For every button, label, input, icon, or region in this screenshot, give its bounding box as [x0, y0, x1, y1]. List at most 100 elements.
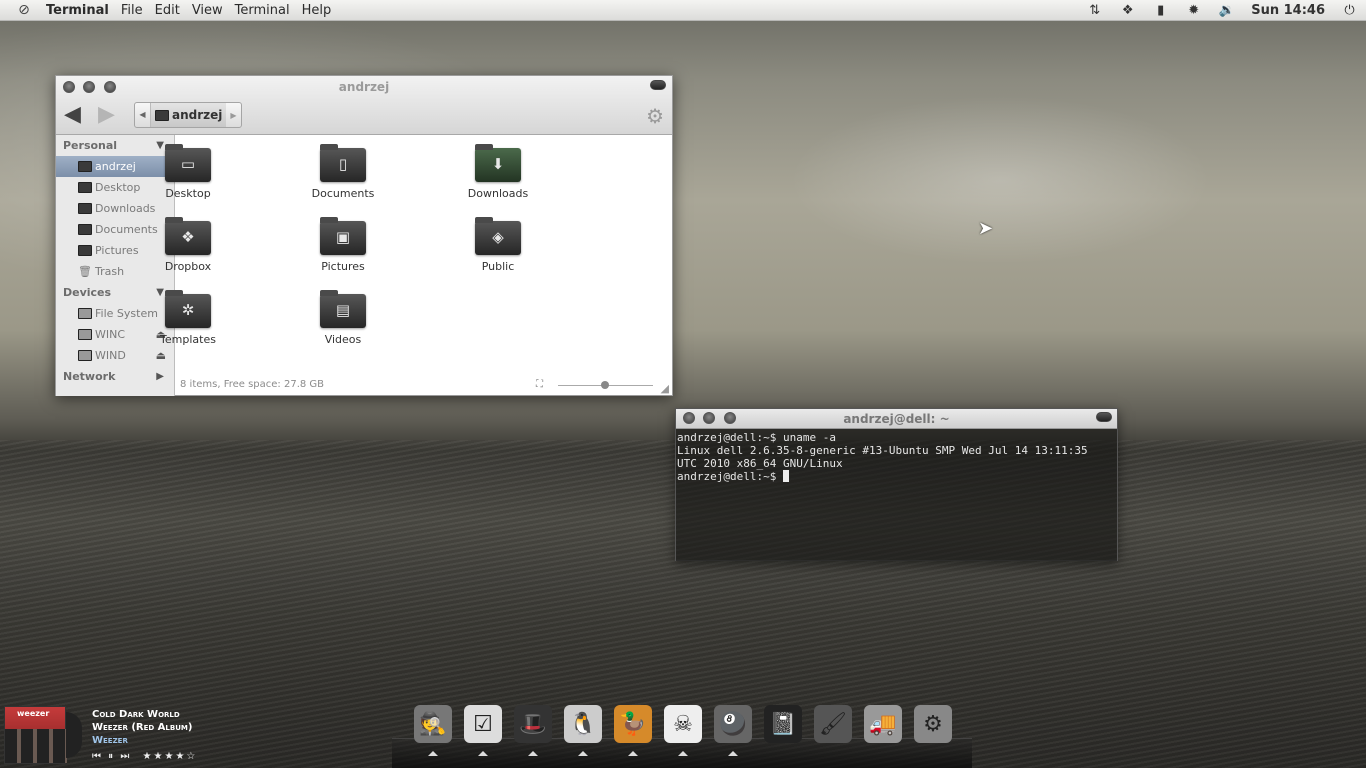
notepad-icon[interactable]: 📓 — [764, 705, 802, 743]
breadcrumb-right-icon[interactable]: ▶ — [226, 111, 240, 120]
window-title: andrzej — [338, 80, 390, 94]
penguin-bird-icon[interactable]: 🐧 — [564, 705, 602, 743]
breadcrumb: ◀ andrzej ▶ — [134, 102, 242, 128]
battery-icon[interactable]: ▮ — [1144, 3, 1177, 18]
file-manager-titlebar[interactable]: andrzej ◀ ▶ ◀ andrzej ▶ ⚙ — [56, 76, 672, 135]
vinyl-disc-icon — [66, 712, 82, 758]
file-label: Documents — [311, 187, 375, 200]
terminal-line: Linux dell 2.6.35-8-generic #13-Ubuntu S… — [677, 444, 1088, 457]
terminal-body[interactable]: andrzej@dell:~$ uname -a Linux dell 2.6.3… — [676, 429, 1117, 561]
running-indicator — [478, 751, 488, 756]
menu-file[interactable]: File — [115, 3, 149, 18]
file-item-desktop[interactable]: ▭ Desktop — [133, 144, 243, 200]
duck-icon[interactable]: 🦆 — [614, 705, 652, 743]
power-icon[interactable]: ⏻ — [1333, 3, 1366, 18]
menu-bar: Terminal File Edit View Terminal Help — [40, 3, 337, 18]
section-label: Devices — [63, 286, 112, 299]
file-item-public[interactable]: ◈ Public — [443, 217, 553, 273]
folder-icon — [78, 182, 92, 193]
drive-icon — [78, 329, 92, 340]
file-label: Downloads — [467, 187, 529, 200]
sidebar-item-label: andrzej — [95, 160, 136, 173]
truck-icon[interactable]: 🚚 — [864, 705, 902, 743]
dropbox-icon[interactable]: ❖ — [1111, 3, 1144, 18]
file-item-templates[interactable]: ✲ Templates — [133, 290, 243, 346]
tasks-icon[interactable]: ☑ — [464, 705, 502, 743]
file-item-videos[interactable]: ▤ Videos — [288, 290, 398, 346]
file-item-dropbox[interactable]: ❖ Dropbox — [133, 217, 243, 273]
top-panel: ⊘ Terminal File Edit View Terminal Help … — [0, 0, 1366, 21]
brush-icon[interactable]: 🖌 — [814, 705, 852, 743]
running-indicator — [428, 751, 438, 756]
home-folder-icon — [155, 109, 169, 121]
menu-help[interactable]: Help — [296, 3, 338, 18]
status-text: 8 items, Free space: 27.8 GB — [180, 379, 325, 390]
volume-icon[interactable]: 🔉 — [1210, 3, 1243, 18]
resize-grip-icon[interactable]: ◢ — [661, 379, 669, 399]
menu-terminal[interactable]: Terminal — [229, 3, 296, 18]
videos-folder-icon: ▤ — [320, 290, 366, 328]
folder-icon — [78, 245, 92, 256]
sidebar-item-wind[interactable]: WIND ⏏ — [56, 345, 174, 366]
downloads-folder-icon: ⬇ — [475, 144, 521, 182]
file-item-documents[interactable]: ▯ Documents — [288, 144, 398, 200]
terminal-window: andrzej@dell: ~ andrzej@dell:~$ uname -a… — [675, 408, 1118, 561]
artist-name[interactable]: Weezer — [92, 735, 128, 746]
menu-view[interactable]: View — [186, 3, 229, 18]
file-label: Videos — [324, 333, 362, 346]
app-name-menu[interactable]: Terminal — [40, 3, 115, 18]
toolbar-toggle-button[interactable] — [650, 80, 666, 90]
network-icon[interactable]: ⇅ — [1078, 3, 1111, 18]
forward-arrow-icon[interactable]: ▶ — [98, 104, 115, 126]
toolbar-toggle-button[interactable] — [1096, 412, 1112, 422]
breadcrumb-item-home[interactable]: andrzej — [151, 103, 227, 127]
playback-buttons[interactable]: ⏮ ⏸ ⏭ — [92, 751, 131, 762]
drive-icon — [78, 350, 92, 361]
section-label: Personal — [63, 139, 118, 152]
running-indicator — [678, 751, 688, 756]
documents-folder-icon: ▯ — [320, 144, 366, 182]
public-folder-icon: ◈ — [475, 217, 521, 255]
back-arrow-icon[interactable]: ◀ — [64, 104, 81, 126]
file-label: Templates — [160, 333, 216, 346]
section-label: Network — [63, 370, 116, 383]
gear-icon[interactable]: ⚙ — [646, 104, 664, 128]
running-indicator — [628, 751, 638, 756]
menu-edit[interactable]: Edit — [149, 3, 186, 18]
file-label: Desktop — [165, 187, 211, 200]
sidebar-item-label: Trash — [94, 265, 125, 278]
music-player-widget: weezer Cold Dark World Weezer (Red Album… — [4, 706, 204, 766]
desktop-folder-icon: ▭ — [165, 144, 211, 182]
terminal-line: UTC 2010 x86_64 GNU/Linux — [677, 457, 843, 470]
album-art[interactable]: weezer — [4, 706, 67, 764]
file-label: Dropbox — [164, 260, 212, 273]
zoom-slider-handle[interactable] — [601, 381, 609, 389]
zoom-icon[interactable]: ⛶ — [536, 375, 543, 395]
templates-folder-icon: ✲ — [165, 290, 211, 328]
system-settings-icon[interactable]: ⚙ — [914, 705, 952, 743]
terminal-titlebar[interactable]: andrzej@dell: ~ — [676, 409, 1117, 429]
file-item-downloads[interactable]: ⬇ Downloads — [443, 144, 553, 200]
sidebar-section-network[interactable]: Network ▶ — [56, 366, 174, 387]
spy-icon[interactable]: 🕵 — [414, 705, 452, 743]
clock[interactable]: Sun 14:46 — [1243, 3, 1333, 18]
running-indicator — [728, 751, 738, 756]
weather-icon[interactable]: ✹ — [1177, 3, 1210, 18]
drive-icon — [78, 308, 92, 319]
breadcrumb-left-icon[interactable]: ◀ — [135, 103, 151, 127]
sidebar-item-downloads[interactable]: Downloads — [56, 198, 174, 219]
pool-icon[interactable]: 🎱 — [714, 705, 752, 743]
hat-icon[interactable]: 🎩 — [514, 705, 552, 743]
album-art-image — [5, 729, 67, 763]
file-item-pictures[interactable]: ▣ Pictures — [288, 217, 398, 273]
terminal-title: andrzej@dell: ~ — [843, 412, 950, 426]
rating-stars[interactable]: ★★★★☆ — [143, 751, 198, 762]
system-logo-icon[interactable]: ⊘ — [14, 2, 34, 18]
pictures-folder-icon: ▣ — [320, 217, 366, 255]
system-tray: ⇅ ❖ ▮ ✹ 🔉 Sun 14:46 ⏻ — [1078, 3, 1366, 18]
expand-right-icon[interactable]: ▶ — [156, 366, 164, 387]
eject-icon[interactable]: ⏏ — [156, 345, 166, 366]
file-manager-window: andrzej ◀ ▶ ◀ andrzej ▶ ⚙ Personal ▼ andr… — [55, 75, 673, 396]
mask-icon[interactable]: ☠ — [664, 705, 702, 743]
trash-icon: 🗑 — [78, 265, 92, 278]
